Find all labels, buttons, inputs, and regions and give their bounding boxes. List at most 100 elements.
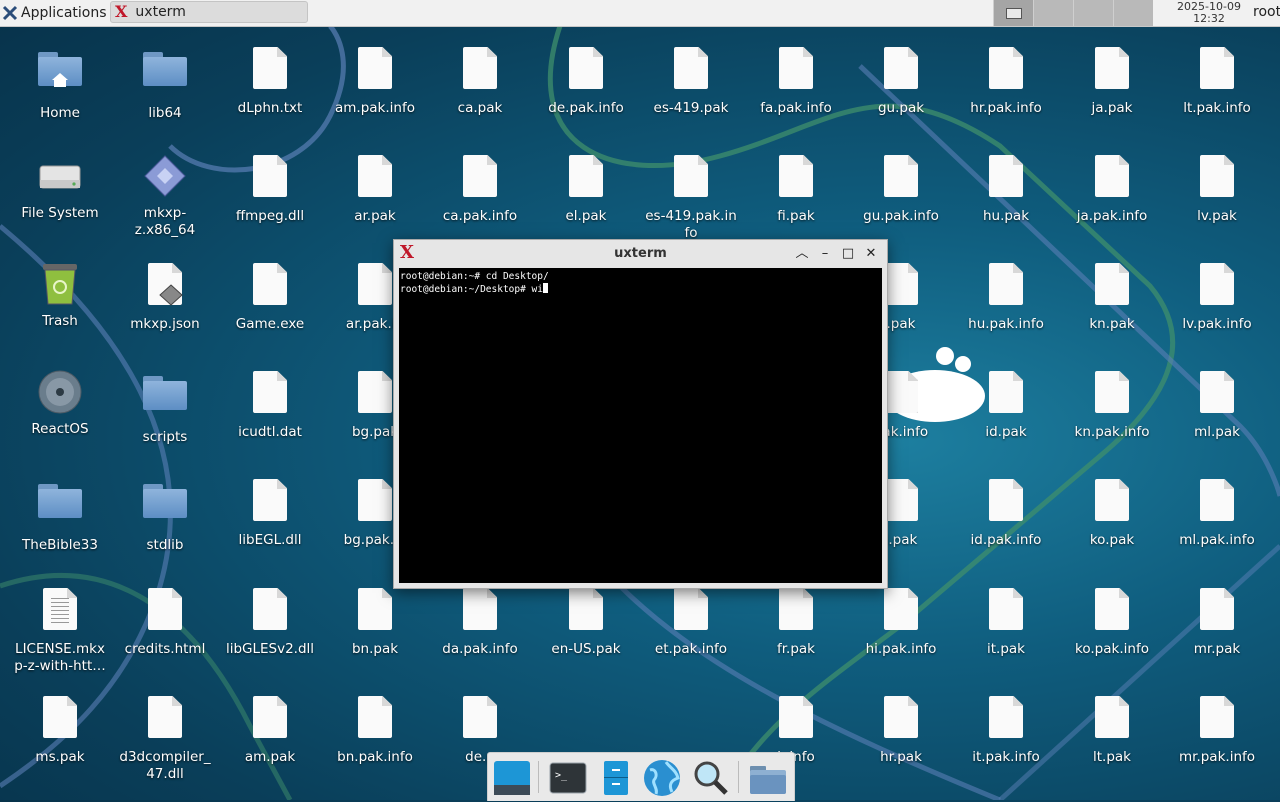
desktop-icon[interactable]: lib64	[115, 44, 215, 122]
svg-text:>_: >_	[555, 770, 568, 781]
desktop-icon[interactable]: File System	[10, 152, 110, 222]
desktop-icon[interactable]: Game.exe	[220, 260, 320, 333]
workspace-4[interactable]	[1113, 0, 1153, 26]
desktop-icon[interactable]: ja.pak.info	[1062, 152, 1162, 225]
desktop-icon[interactable]: ml.pak.info	[1167, 476, 1267, 549]
desktop-icon[interactable]: ar.pak	[325, 152, 425, 225]
desktop-icon[interactable]: am.pak.info	[325, 44, 425, 117]
desktop-icon[interactable]: ffmpeg.dll	[220, 152, 320, 225]
terminal-output[interactable]: root@debian:~# cd Desktop/ root@debian:~…	[399, 268, 882, 583]
text-cursor	[543, 283, 548, 293]
file-icon	[246, 371, 294, 419]
minimize-button[interactable]: –	[815, 244, 835, 264]
desktop-icon[interactable]: fi.pak	[746, 152, 846, 225]
desktop-icon[interactable]: am.pak	[220, 693, 320, 766]
home-folder-icon[interactable]	[748, 758, 788, 798]
desktop-icon[interactable]: bn.pak	[325, 585, 425, 658]
desktop-icon[interactable]: it.pak	[956, 585, 1056, 658]
desktop-icon[interactable]: LICENSE.mkx p-z-with-htt…	[10, 585, 110, 675]
file-icon	[982, 696, 1030, 744]
desktop-icon[interactable]: it.pak.info	[956, 693, 1056, 766]
file-icon	[1193, 696, 1241, 744]
desktop-icon[interactable]: lt.pak	[1062, 693, 1162, 766]
desktop-icon[interactable]: credits.html	[115, 585, 215, 658]
desktop-icon[interactable]: de.pak.info	[536, 44, 636, 117]
app-finder-search-icon[interactable]	[690, 758, 730, 798]
file-icon	[456, 47, 504, 95]
desktop-icon[interactable]: lv.pak.info	[1167, 260, 1267, 333]
workspace-1[interactable]	[993, 0, 1033, 26]
desktop-icon[interactable]: kn.pak.info	[1062, 368, 1162, 441]
clock[interactable]: 2025-10-09 12:32	[1164, 0, 1254, 26]
desktop-icon[interactable]: ja.pak	[1062, 44, 1162, 117]
desktop-icon[interactable]: hr.pak	[851, 693, 951, 766]
desktop-icon[interactable]: ko.pak.info	[1062, 585, 1162, 658]
desktop-icon[interactable]: gu.pak.info	[851, 152, 951, 225]
desktop-icon[interactable]: icudtl.dat	[220, 368, 320, 441]
window-titlebar[interactable]: X uxterm ︿ – □ ✕	[394, 240, 887, 268]
desktop-icon-label: mr.pak.info	[1178, 749, 1256, 765]
file-icon	[982, 479, 1030, 527]
file-icon	[141, 588, 189, 636]
desktop-icon[interactable]: fr.pak	[746, 585, 846, 658]
desktop-icon[interactable]: libEGL.dll	[220, 476, 320, 549]
desktop-icon[interactable]: ca.pak	[430, 44, 530, 117]
desktop-icon[interactable]: id.pak	[956, 368, 1056, 441]
file-icon	[1088, 479, 1136, 527]
user-menu[interactable]: root	[1253, 4, 1280, 20]
desktop-icon[interactable]: es-419.pak	[641, 44, 741, 117]
desktop-icon[interactable]: libGLESv2.dll	[220, 585, 320, 658]
desktop-icon[interactable]: hr.pak.info	[956, 44, 1056, 117]
desktop-icon[interactable]: mr.pak	[1167, 585, 1267, 658]
workspace-2[interactable]	[1033, 0, 1073, 26]
terminal-icon[interactable]: >_	[548, 758, 588, 798]
desktop-icon[interactable]: es-419.pak.in fo	[641, 152, 741, 242]
file-icon	[351, 371, 399, 419]
desktop-icon[interactable]: hi.pak.info	[851, 585, 951, 658]
desktop-icon[interactable]: id.pak.info	[956, 476, 1056, 549]
desktop-icon[interactable]: Home	[10, 44, 110, 122]
desktop-icon-label: lv.pak.info	[1182, 316, 1252, 332]
desktop-icon-label: d3dcompiler_ 47.dll	[119, 749, 211, 782]
desktop-icon[interactable]: ca.pak.info	[430, 152, 530, 225]
desktop-icon[interactable]: dLphn.txt	[220, 44, 320, 117]
desktop-icon[interactable]: hu.pak.info	[956, 260, 1056, 333]
desktop-icon[interactable]: stdlib	[115, 476, 215, 554]
desktop-icon[interactable]: mkxp- z.x86_64	[115, 152, 215, 239]
shade-button[interactable]: ︿	[792, 244, 812, 264]
desktop-icon[interactable]: ReactOS	[10, 368, 110, 438]
desktop-icon-label: es-419.pak.in fo	[645, 208, 737, 241]
workspace-3[interactable]	[1073, 0, 1113, 26]
taskbar-button-uxterm[interactable]: X uxterm	[110, 1, 308, 23]
desktop-icon[interactable]: el.pak	[536, 152, 636, 225]
show-desktop-icon[interactable]	[492, 758, 532, 798]
desktop-icon[interactable]: ko.pak	[1062, 476, 1162, 549]
desktop-icon-label: credits.html	[124, 641, 206, 657]
desktop-icon[interactable]: bn.pak.info	[325, 693, 425, 766]
desktop-icon[interactable]: d3dcompiler_ 47.dll	[115, 693, 215, 783]
desktop-icon[interactable]: da.pak.info	[430, 585, 530, 658]
desktop-icon[interactable]: mkxp.json	[115, 260, 215, 333]
applications-menu[interactable]: Applications ⁝	[2, 2, 118, 24]
close-button[interactable]: ✕	[861, 244, 881, 264]
desktop-icon[interactable]: fa.pak.info	[746, 44, 846, 117]
desktop-icon[interactable]: et.pak.info	[641, 585, 741, 658]
desktop-icon[interactable]: gu.pak	[851, 44, 951, 117]
web-browser-icon[interactable]	[642, 758, 682, 798]
desktop-icon[interactable]: TheBible33	[10, 476, 110, 554]
desktop-icon[interactable]: mr.pak.info	[1167, 693, 1267, 766]
desktop-icon[interactable]: hu.pak	[956, 152, 1056, 225]
desktop-icon[interactable]: scripts	[115, 368, 215, 446]
desktop-icon-label: mkxp- z.x86_64	[134, 205, 196, 238]
file-drawers-icon[interactable]	[596, 758, 636, 798]
desktop-icon[interactable]: ms.pak	[10, 693, 110, 766]
desktop-icon-label: hr.pak	[880, 749, 922, 765]
desktop-icon[interactable]: kn.pak	[1062, 260, 1162, 333]
maximize-button[interactable]: □	[838, 244, 858, 264]
desktop-icon[interactable]: ml.pak	[1167, 368, 1267, 441]
file-icon	[351, 263, 399, 311]
desktop-icon[interactable]: Trash	[10, 260, 110, 330]
desktop-icon[interactable]: en-US.pak	[536, 585, 636, 658]
desktop-icon[interactable]: lt.pak.info	[1167, 44, 1267, 117]
desktop-icon[interactable]: lv.pak	[1167, 152, 1267, 225]
